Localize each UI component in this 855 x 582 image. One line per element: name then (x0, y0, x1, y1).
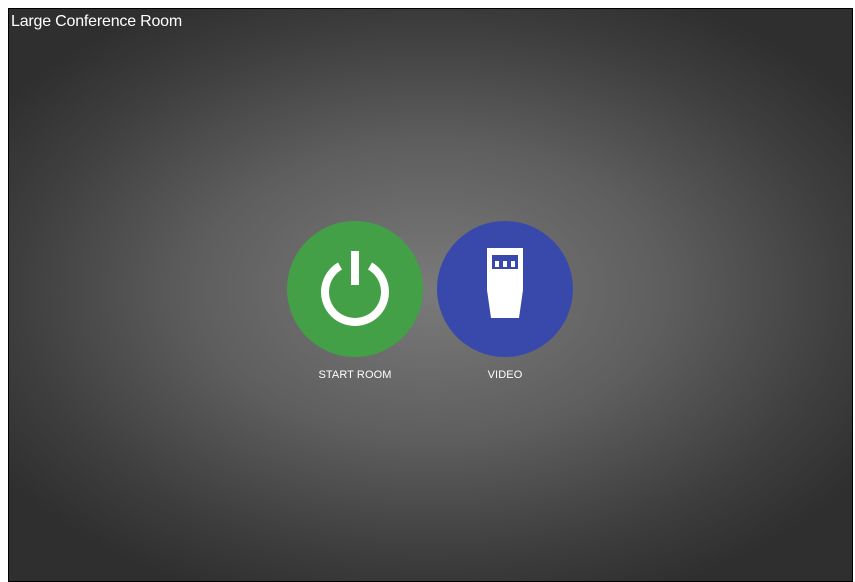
room-title: Large Conference Room (11, 13, 183, 30)
start-room-label: START ROOM (318, 369, 392, 381)
start-room-tile[interactable]: START ROOM (287, 221, 423, 381)
video-label: VIDEO (487, 369, 523, 381)
app-frame: Large Conference Room START ROOM VIDEO (0, 0, 855, 582)
power-icon (315, 247, 395, 332)
video-button[interactable] (437, 221, 573, 357)
video-tile[interactable]: VIDEO (437, 221, 573, 381)
room-panel: Large Conference Room START ROOM VIDEO (8, 8, 853, 582)
hdmi-connector-icon (465, 242, 545, 337)
start-room-button[interactable] (287, 221, 423, 357)
